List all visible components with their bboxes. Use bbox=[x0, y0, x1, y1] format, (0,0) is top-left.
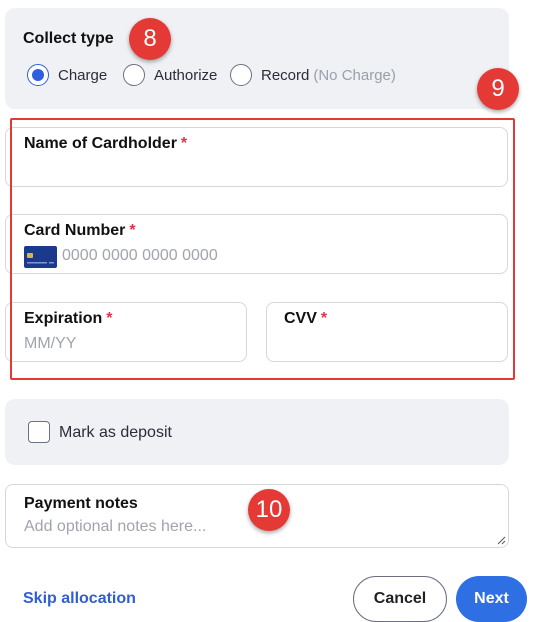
radio-record-main: Record bbox=[261, 66, 310, 84]
deposit-label: Mark as deposit bbox=[59, 424, 172, 441]
radio-authorize-label: Authorize bbox=[154, 66, 218, 84]
radio-record-label: Record (No Charge) bbox=[261, 67, 396, 84]
radio-authorize-button[interactable] bbox=[123, 64, 145, 86]
cancel-button[interactable]: Cancel bbox=[353, 576, 447, 622]
radio-charge-button[interactable] bbox=[27, 64, 49, 86]
radio-charge[interactable]: Charge bbox=[27, 64, 107, 86]
annotation-badge-9: 9 bbox=[477, 68, 519, 110]
radio-record-button[interactable] bbox=[230, 64, 252, 86]
payment-notes-placeholder: Add optional notes here... bbox=[24, 518, 207, 535]
payment-notes-label: Payment notes bbox=[24, 495, 138, 512]
radio-charge-label: Charge bbox=[58, 66, 108, 84]
radio-record[interactable]: Record (No Charge) bbox=[230, 64, 396, 86]
collect-type-panel bbox=[5, 8, 509, 109]
annotation-highlight-box bbox=[10, 118, 515, 380]
collect-type-title: Collect type bbox=[23, 30, 114, 47]
radio-record-note: (No Charge) bbox=[313, 66, 396, 84]
next-button[interactable]: Next bbox=[456, 576, 527, 622]
radio-authorize[interactable]: Authorize bbox=[123, 64, 217, 86]
deposit-checkbox[interactable] bbox=[28, 421, 50, 443]
resize-grip-icon[interactable] bbox=[496, 535, 506, 545]
skip-allocation-link[interactable]: Skip allocation bbox=[23, 590, 136, 608]
annotation-badge-10: 10 bbox=[248, 489, 290, 531]
annotation-badge-8: 8 bbox=[129, 18, 171, 60]
